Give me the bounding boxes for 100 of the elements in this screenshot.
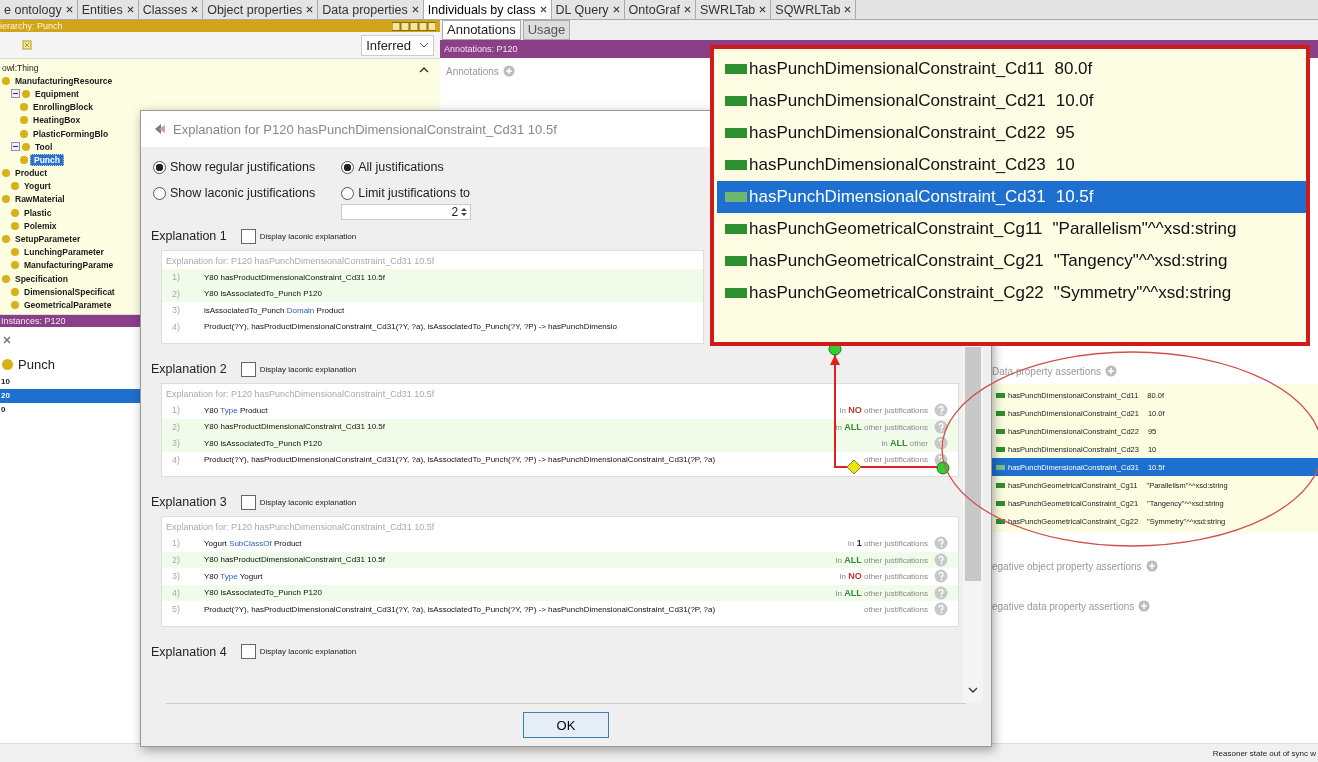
- property-value: 10.5f: [1055, 187, 1094, 207]
- axiom-row[interactable]: 5) Product(?Y), hasProductDimensionalConstraint_Cd31(?Y, ?a), isAssociatedTo_Punch(?Y, ?P) -> hasPunchDimensionalConstraint_Cd31(?P, ?a) other justifications: [162, 601, 958, 618]
- axiom-row[interactable]: 1) Y80 Type Product In NO other justifications: [162, 402, 958, 419]
- axiom-row[interactable]: 3) Y80 Type Yogurt In NO other justifications: [162, 568, 958, 585]
- close-icon[interactable]: [126, 6, 134, 13]
- axiom-row[interactable]: 3) Y80 isAssociatedTo_Punch P120 In ALL other: [162, 435, 958, 452]
- spinner-arrows-icon[interactable]: [460, 206, 469, 218]
- delete-icon[interactable]: [2, 335, 12, 345]
- ontology-tab[interactable]: DL Query: [551, 0, 625, 19]
- axiom-row[interactable]: 4) Y80 isAssociatedTo_Punch P120 In ALL other justifications: [162, 584, 958, 601]
- class-icon: [2, 358, 13, 370]
- ontology-tab[interactable]: SWRLTab: [695, 0, 772, 19]
- help-icon[interactable]: [934, 436, 948, 451]
- close-icon[interactable]: [411, 6, 419, 13]
- close-icon[interactable]: [65, 6, 73, 13]
- assertion-item[interactable]: hasPunchDimensionalConstraint_Cd31 10.5f: [717, 181, 1306, 213]
- class-tree-item[interactable]: HeatingBox: [30, 115, 84, 126]
- axiom-row[interactable]: 4) Product(?Y), hasProductDimensionalConstraint_Cd31(?Y, ?a), isAssociatedTo_Punch(?Y, ?P) -> hasPunchDimensio: [162, 318, 703, 335]
- radio-button[interactable]: [341, 186, 355, 200]
- radio-label: All justifications: [358, 160, 444, 174]
- radio-option[interactable]: Limit justifications to: [341, 183, 472, 203]
- ontology-tab[interactable]: Entities: [77, 0, 139, 19]
- class-tree-item[interactable]: Product: [12, 168, 51, 179]
- class-tree-item[interactable]: ManufacturingParame: [21, 260, 117, 271]
- collapse-icon[interactable]: [11, 89, 20, 99]
- line-number: 4): [172, 321, 181, 332]
- assertion-item[interactable]: hasPunchDimensionalConstraint_Cd23 10: [717, 149, 1306, 181]
- axiom-row[interactable]: 2) Y80 hasProductDimensionalConstraint_Cd31 10.5f In ALL other justifications: [162, 551, 958, 568]
- data-property-icon: [725, 96, 747, 106]
- line-number: 3): [172, 438, 181, 449]
- ontology-tab[interactable]: e ontology: [0, 0, 78, 19]
- radio-button[interactable]: [153, 186, 166, 200]
- axiom-text: Product(?Y), hasProductDimensionalConstraint_Cd31(?Y, ?a), isAssociatedTo_Punch(?Y, ?P) -> hasPunchDimensionalConstraint_Cd31(?P, ?a): [204, 455, 716, 465]
- view-tab[interactable]: Usage: [522, 20, 571, 40]
- class-tree-item[interactable]: Yogurt: [21, 181, 54, 192]
- line-number: 5): [172, 604, 181, 615]
- class-tree-item[interactable]: Punch: [30, 153, 64, 166]
- ontology-tab[interactable]: Data properties: [318, 0, 424, 19]
- checkbox[interactable]: [240, 228, 256, 244]
- class-tree-item[interactable]: Polemix: [21, 220, 60, 231]
- radio-button[interactable]: [153, 160, 166, 174]
- close-icon[interactable]: [683, 6, 691, 13]
- scrollbar-thumb[interactable]: [965, 347, 981, 581]
- close-icon[interactable]: [612, 6, 620, 13]
- axiom-row[interactable]: 2) Y80 hasProductDimensionalConstraint_Cd31 10.5f In ALL other justifications: [162, 418, 958, 435]
- assertion-item[interactable]: hasPunchGeometricalConstraint_Cg22 "Symmetry"^^xsd:string: [717, 277, 1306, 309]
- checkbox[interactable]: [240, 361, 256, 377]
- assertion-item[interactable]: hasPunchGeometricalConstraint_Cg11 "Parallelism"^^xsd:string: [717, 213, 1306, 245]
- limit-spinner[interactable]: 2: [341, 204, 472, 220]
- class-tree-item[interactable]: RawMaterial: [12, 194, 68, 205]
- class-tree-item[interactable]: LunchingParameter: [21, 247, 107, 258]
- assertion-item[interactable]: hasPunchGeometricalConstraint_Cg21 "Tangency"^^xsd:string: [717, 245, 1306, 277]
- chevron-down-icon[interactable]: [968, 687, 978, 693]
- close-icon[interactable]: [191, 6, 199, 13]
- axiom-row[interactable]: 3) isAssociatedTo_Punch Domain Product: [162, 302, 703, 319]
- class-tree-item[interactable]: Equipment: [32, 88, 82, 99]
- axiom-row[interactable]: 1) Y80 hasProductDimensionalConstraint_Cd31 10.5f: [162, 269, 703, 286]
- radio-option[interactable]: All justifications: [341, 157, 472, 177]
- class-tree-item[interactable]: EnrollingBlock: [30, 102, 96, 113]
- axiom-text: Product(?Y), hasProductDimensionalConstraint_Cd31(?Y, ?a), isAssociatedTo_Punch(?Y, ?P) -> hasPunchDimensionalConstraint_Cd31(?P, ?a): [204, 604, 716, 614]
- help-icon[interactable]: [934, 419, 948, 434]
- view-buttons-icon[interactable]: [392, 21, 436, 31]
- class-tree-item[interactable]: Tool: [32, 141, 56, 152]
- ontology-tab[interactable]: Individuals by class: [423, 0, 552, 19]
- checkbox[interactable]: [240, 494, 256, 510]
- ok-button[interactable]: OK: [523, 712, 609, 738]
- property-name: hasPunchGeometricalConstraint_Cg21: [749, 251, 1044, 271]
- class-tree-item[interactable]: PlasticFormingBlo: [30, 128, 112, 139]
- class-tree-item[interactable]: owl:Thing: [2, 62, 42, 73]
- scroll-up-icon[interactable]: [419, 67, 429, 73]
- class-tree-item[interactable]: DimensionalSpecificat: [21, 286, 118, 297]
- ontology-tab[interactable]: Object properties: [203, 0, 319, 19]
- assertion-item[interactable]: hasPunchDimensionalConstraint_Cd22 95: [717, 117, 1306, 149]
- axiom-text: Yogurt SubClassOf Product: [204, 538, 302, 548]
- ontology-tab[interactable]: SQWRLTab: [771, 0, 857, 19]
- radio-option[interactable]: Show regular justifications: [153, 157, 316, 177]
- class-tree-item[interactable]: SetupParameter: [12, 234, 84, 245]
- checkbox[interactable]: [240, 644, 256, 659]
- close-icon[interactable]: [306, 6, 314, 13]
- radio-button[interactable]: [341, 160, 355, 174]
- class-tree-item[interactable]: ManufacturingResource: [12, 75, 116, 86]
- close-icon[interactable]: [539, 6, 547, 13]
- class-tree-item[interactable]: Specification: [12, 273, 71, 284]
- ontology-tab[interactable]: OntoGraf: [624, 0, 696, 19]
- radio-option[interactable]: Show laconic justifications: [153, 183, 316, 203]
- mode-dropdown[interactable]: Inferred: [361, 34, 434, 56]
- close-icon[interactable]: [844, 6, 852, 13]
- axiom-row[interactable]: 1) Yogurt SubClassOf Product In 1 other justifications: [162, 535, 958, 552]
- ontology-tab[interactable]: Classes: [138, 0, 204, 19]
- line-number: 4): [172, 587, 181, 598]
- view-tab[interactable]: Annotations: [442, 20, 521, 40]
- close-icon[interactable]: [759, 6, 767, 13]
- class-tree-item[interactable]: Plastic: [21, 207, 55, 218]
- data-property-icon: [725, 64, 747, 74]
- assertion-item[interactable]: hasPunchDimensionalConstraint_Cd11 80.0f: [717, 53, 1306, 85]
- class-tree-item[interactable]: GeometricalParamete: [21, 299, 115, 310]
- assertion-item[interactable]: hasPunchDimensionalConstraint_Cd21 10.0f: [717, 85, 1306, 117]
- explanation-header: Explanation for: P120 hasPunchDimensionalConstraint_Cd31 10.5f: [165, 388, 436, 401]
- usage-text: In NO other justifications: [839, 571, 928, 582]
- collapse-icon[interactable]: [11, 142, 20, 152]
